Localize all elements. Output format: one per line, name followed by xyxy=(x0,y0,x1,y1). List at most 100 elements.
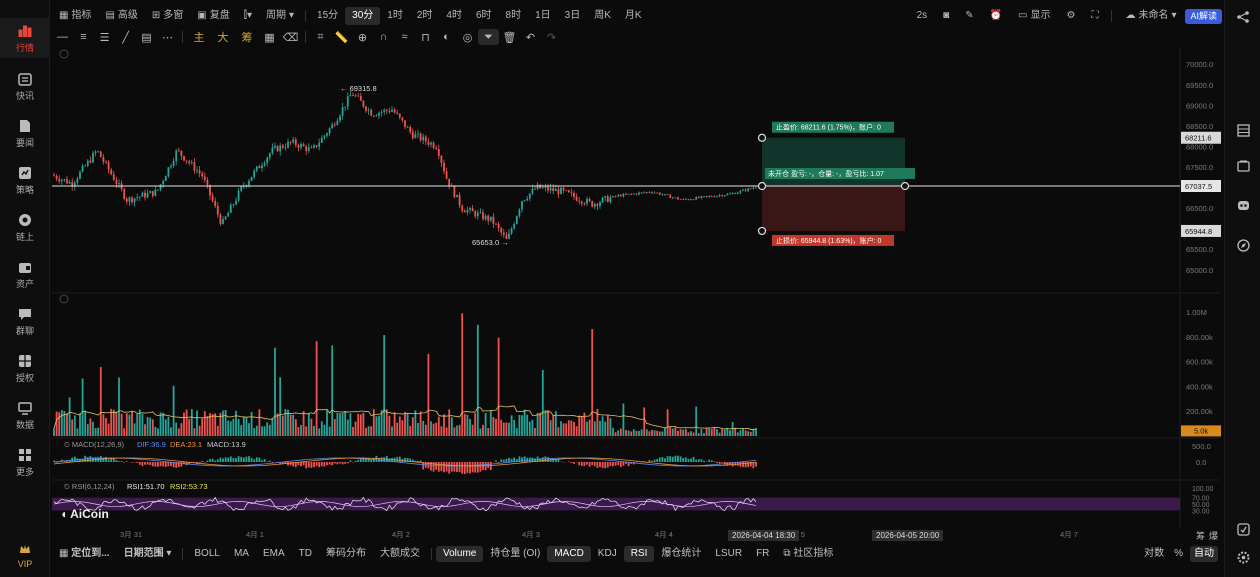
parallel-lines-icon[interactable]: ≡ xyxy=(73,29,94,45)
timeframe-6h[interactable]: 6时 xyxy=(469,7,499,25)
account-dropdown[interactable]: ☁ 未命名 ▾ xyxy=(1118,7,1183,25)
alarm-icon[interactable]: ⏰ xyxy=(983,7,1009,25)
quick-trade-icon[interactable] xyxy=(1235,521,1251,537)
tab-kdj[interactable]: KDJ xyxy=(591,546,624,562)
calendar-icon[interactable]: ▦ xyxy=(259,29,280,45)
trade-panel-icon[interactable] xyxy=(1235,158,1251,174)
redo-icon[interactable]: ↷ xyxy=(541,29,562,45)
share-icon[interactable] xyxy=(1235,9,1251,25)
tab-macd[interactable]: MACD xyxy=(547,546,591,562)
timeframe-1w[interactable]: 周K xyxy=(587,7,618,25)
indicators-button[interactable]: ▦ 指标 xyxy=(52,7,98,25)
undo-icon[interactable]: ↶ xyxy=(520,29,541,45)
channel-icon[interactable]: ☰ xyxy=(94,29,115,45)
chart-canvas[interactable]: 70000.0 69500.0 69000.0 68500.0 68000.0 67500… xyxy=(52,48,1222,542)
ruler-icon[interactable]: 📏 xyxy=(331,29,352,45)
tab-td[interactable]: TD xyxy=(292,546,319,562)
community-indicators-button[interactable]: ⧉ 社区指标 xyxy=(776,546,840,562)
tab-volume[interactable]: Volume xyxy=(435,546,484,562)
sidebar-item-auth[interactable]: 授权 xyxy=(0,348,50,388)
wave-icon[interactable]: ≈ xyxy=(394,29,415,45)
volume-bar xyxy=(401,420,404,436)
crop-icon[interactable]: ⌗ xyxy=(310,29,331,45)
sidebar-item-assets[interactable]: 资产 xyxy=(0,254,50,294)
main-force-button[interactable]: 主 xyxy=(187,29,211,45)
lock-icon[interactable]: ⊓ xyxy=(415,29,436,45)
timeframe-2h[interactable]: 2时 xyxy=(410,7,440,25)
timeframe-15m[interactable]: 15分 xyxy=(310,7,345,25)
tab-lsur[interactable]: LSUR xyxy=(708,546,749,562)
candle-style-button[interactable]: ⫿▾ xyxy=(237,7,259,25)
text-tool-icon[interactable]: ▤ xyxy=(136,29,157,45)
bot-icon[interactable] xyxy=(1235,197,1251,213)
sidebar-item-news[interactable]: 要闻 xyxy=(0,113,50,153)
tab-large-trades[interactable]: 大额成交 xyxy=(373,546,427,562)
more-tools-icon[interactable]: ⋯ xyxy=(157,29,178,45)
big-order-button[interactable]: 大 xyxy=(211,29,235,45)
settings-icon[interactable] xyxy=(1235,549,1251,565)
period-dropdown[interactable]: 周期 ▾ xyxy=(259,7,301,25)
vip-button[interactable]: VIP xyxy=(0,538,50,572)
alert-tool-icon[interactable]: ◎ xyxy=(457,29,478,45)
sidebar-item-chat[interactable]: 群聊 xyxy=(0,301,50,341)
tab-ma[interactable]: MA xyxy=(227,546,256,562)
sidebar-item-more[interactable]: 更多 xyxy=(0,442,50,482)
zoom-icon[interactable]: ⊕ xyxy=(352,29,373,45)
sidebar-item-flash[interactable]: 快讯 xyxy=(0,66,50,106)
tab-boll[interactable]: BOLL xyxy=(187,546,227,562)
volume-bar xyxy=(469,419,471,436)
sidebar-item-chain[interactable]: 链上 xyxy=(0,207,50,247)
timeframe-8h[interactable]: 8时 xyxy=(499,7,529,25)
replay-button[interactable]: ▣ 复盘 xyxy=(190,7,236,25)
macd-histogram-bar xyxy=(716,462,718,464)
chips-button[interactable]: 筹 xyxy=(235,29,259,45)
chart-settings-icon[interactable]: ⚙ xyxy=(1059,7,1082,25)
timeframe-1d[interactable]: 1日 xyxy=(528,7,558,25)
timeframe-30m[interactable]: 30分 xyxy=(345,7,381,25)
timeframe-1h[interactable]: 1时 xyxy=(380,7,410,25)
locate-button[interactable]: ▦ 定位到... xyxy=(52,546,117,562)
log-scale-toggle[interactable]: 对数 xyxy=(1141,546,1167,562)
timeframe-4h[interactable]: 4时 xyxy=(439,7,469,25)
tab-ema[interactable]: EMA xyxy=(256,546,292,562)
volume-bar xyxy=(180,423,183,436)
chips-toggle[interactable]: 筹 xyxy=(1196,529,1205,542)
ai-analysis-button[interactable]: AI解读 xyxy=(1185,8,1222,24)
timeframe-3d[interactable]: 3日 xyxy=(558,7,588,25)
camera-icon[interactable]: ◙ xyxy=(936,7,956,25)
candle-body xyxy=(697,197,700,198)
advanced-button[interactable]: ▤ 高级 xyxy=(98,7,144,25)
candle-body xyxy=(471,208,474,212)
sidebar-item-data[interactable]: 数据 xyxy=(0,395,50,435)
order-book-icon[interactable] xyxy=(1235,122,1251,138)
percent-scale-toggle[interactable]: % xyxy=(1171,546,1186,562)
trend-line-icon[interactable]: ╱ xyxy=(115,29,136,45)
discover-icon[interactable] xyxy=(1235,237,1251,253)
refresh-interval[interactable]: 2s xyxy=(910,7,935,25)
volume-bar xyxy=(131,411,133,436)
horizontal-line-icon[interactable]: — xyxy=(52,29,73,45)
display-button[interactable]: ▭ 显示 xyxy=(1011,7,1057,25)
multi-window-button[interactable]: ⊞ 多窗 xyxy=(145,7,190,25)
sidebar-item-strategy[interactable]: 策略 xyxy=(0,160,50,200)
tab-open-interest[interactable]: 持仓量 (OI) xyxy=(483,546,547,562)
liquidation-toggle[interactable]: 爆 xyxy=(1209,529,1218,542)
tab-fr[interactable]: FR xyxy=(749,546,776,562)
candle-body xyxy=(523,200,526,202)
filter-icon[interactable]: ⏷ xyxy=(478,29,499,45)
date-range-dropdown[interactable]: 日期范围 ▾ xyxy=(117,546,179,562)
auto-scale-toggle[interactable]: 自动 xyxy=(1190,546,1218,562)
eraser-icon[interactable]: ⌫ xyxy=(280,29,301,45)
chart-area[interactable]: 70000.0 69500.0 69000.0 68500.0 68000.0 67500… xyxy=(52,48,1222,542)
magnet-icon[interactable]: ∩ xyxy=(373,29,394,45)
tab-chip-distribution[interactable]: 筹码分布 xyxy=(319,546,373,562)
visibility-icon[interactable]: ◐ xyxy=(436,29,457,45)
timeframe-1mo[interactable]: 月K xyxy=(618,7,649,25)
fullscreen-icon[interactable]: ⛶ xyxy=(1084,7,1105,25)
pencil-icon[interactable]: ✎ xyxy=(958,7,980,25)
tab-rsi[interactable]: RSI xyxy=(623,546,655,562)
sidebar-item-market[interactable]: 行情 xyxy=(0,18,50,58)
delete-icon[interactable]: 🗑 xyxy=(499,29,520,45)
candle-body xyxy=(492,216,495,224)
tab-liquidation[interactable]: 爆仓统计 xyxy=(654,546,708,562)
